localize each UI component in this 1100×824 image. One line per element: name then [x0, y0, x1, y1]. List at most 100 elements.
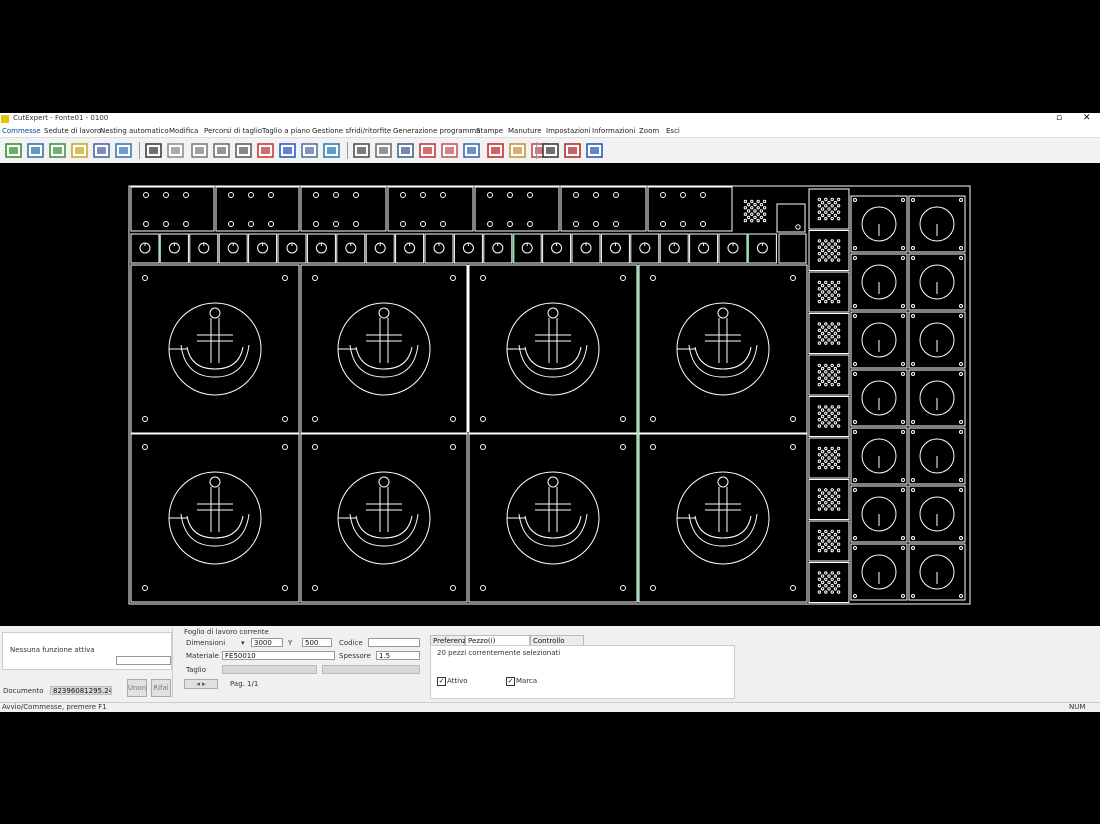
corner-hole	[620, 444, 626, 450]
close-button[interactable]: ✕	[1083, 113, 1091, 123]
import-icon[interactable]	[70, 141, 89, 160]
cut-select[interactable]	[222, 665, 317, 674]
diamond-part	[808, 230, 850, 271]
diamond-pattern	[836, 341, 841, 345]
corner-hole	[282, 444, 288, 450]
remnant-icon[interactable]	[396, 141, 415, 160]
diamond-pattern	[824, 204, 828, 208]
menu-item-8[interactable]: Stampe	[476, 127, 503, 135]
hole	[901, 430, 905, 434]
menu-item-10[interactable]: Impostazioni	[546, 127, 591, 135]
x-dropdown-icon[interactable]: ▾	[241, 639, 245, 647]
print-icon[interactable]	[92, 141, 111, 160]
nest-icon[interactable]	[212, 141, 231, 160]
anchor-stock	[535, 503, 571, 511]
diamond-pattern	[836, 542, 841, 546]
hole	[959, 304, 963, 308]
menu-item-13[interactable]: Esci	[666, 127, 680, 135]
active-checkbox[interactable]: ✓	[437, 677, 446, 686]
diamond-pattern	[833, 456, 838, 460]
save-icon[interactable]	[48, 141, 67, 160]
material-input[interactable]: FE50010	[222, 651, 335, 660]
y-label: Y	[288, 639, 293, 647]
diamond-pattern	[827, 366, 831, 371]
redo-button[interactable]: Rifai	[151, 679, 171, 697]
tab-2[interactable]: Controllo collisione	[530, 635, 584, 655]
sheet-drawing[interactable]	[0, 163, 1100, 626]
diamond-pattern	[762, 199, 767, 204]
tab-0[interactable]: Preferenze	[430, 635, 470, 645]
thickness-input[interactable]: 1.5	[376, 651, 420, 660]
anchor-arm	[688, 513, 758, 547]
cut-option-select[interactable]	[322, 665, 420, 674]
measure-icon[interactable]	[300, 141, 319, 160]
display-icon[interactable]	[352, 141, 371, 160]
layers-icon[interactable]	[374, 141, 393, 160]
menu-item-1[interactable]: Sedute di lavoro	[44, 127, 101, 135]
zoom-out-icon[interactable]	[585, 141, 604, 160]
page-nav-arrows[interactable]: ◂ ▸	[184, 679, 218, 689]
diamond-pattern	[827, 587, 831, 591]
mark-checkbox[interactable]: ✓	[506, 677, 515, 686]
dimension-y-input[interactable]: 500	[302, 638, 332, 647]
menu-item-9[interactable]: Manuture	[508, 127, 541, 135]
cut-path-icon[interactable]	[418, 141, 437, 160]
menu-item-4[interactable]: Percorsi di taglio	[204, 127, 262, 135]
diamond-pattern	[820, 408, 825, 412]
fill-icon[interactable]	[190, 141, 209, 160]
diamond-pattern	[836, 370, 841, 374]
corner-hole	[790, 585, 796, 591]
rotate-icon[interactable]	[234, 141, 253, 160]
part-gray-icon[interactable]	[166, 141, 185, 160]
zoom-in-icon[interactable]	[563, 141, 582, 160]
grid-icon[interactable]	[256, 141, 275, 160]
menu-item-6[interactable]: Gestione sfridi/ritorfite	[312, 127, 391, 135]
hole	[183, 221, 189, 227]
diamond-pattern	[833, 414, 838, 419]
restore-button[interactable]: ▫	[1056, 113, 1062, 123]
diamond-pattern	[820, 545, 825, 550]
lead-in-icon[interactable]	[440, 141, 459, 160]
diamond-pattern	[824, 382, 828, 387]
new-sheet-icon[interactable]	[4, 141, 23, 160]
hole	[163, 221, 169, 227]
undo-button[interactable]: Unon	[127, 679, 147, 697]
menu-item-2[interactable]: Nesting automatico	[100, 127, 169, 135]
label-icon[interactable]	[508, 141, 527, 160]
dimension-x-input[interactable]: 3000	[251, 638, 283, 647]
part-outline-icon[interactable]	[144, 141, 163, 160]
open-icon[interactable]	[26, 141, 45, 160]
square-part	[778, 233, 807, 264]
nesting-canvas[interactable]	[0, 163, 1100, 626]
corner-hole	[620, 275, 626, 281]
diamond-pattern	[830, 465, 834, 470]
menu-item-12[interactable]: Zoom	[639, 127, 659, 135]
diamond-pattern	[830, 245, 834, 250]
diamond-pattern	[830, 571, 834, 575]
menu-item-3[interactable]: Modifica	[169, 127, 198, 135]
align-icon[interactable]	[278, 141, 297, 160]
diamond-pattern	[830, 328, 834, 333]
anchor-ring	[378, 476, 390, 488]
diamond-pattern	[817, 210, 822, 214]
menu-item-5[interactable]: Taglio a piano	[262, 127, 310, 135]
diamond-pattern	[836, 465, 841, 470]
diamond-pattern	[830, 405, 834, 409]
menu-item-11[interactable]: Informazioni	[592, 127, 635, 135]
hole	[901, 304, 905, 308]
calc-icon[interactable]	[322, 141, 341, 160]
menu-item-7[interactable]: Generazione programma	[393, 127, 481, 135]
draw-icon[interactable]	[541, 141, 560, 160]
diamond-pattern	[830, 501, 834, 505]
diamond-pattern	[824, 210, 828, 214]
diamond-pattern	[830, 418, 834, 422]
sequence-icon[interactable]	[462, 141, 481, 160]
diamond-pattern	[833, 373, 838, 377]
bridge-icon[interactable]	[486, 141, 505, 160]
export-icon[interactable]	[114, 141, 133, 160]
hole	[680, 221, 686, 227]
diamond-pattern	[824, 542, 828, 546]
menu-item-0[interactable]: Commesse	[2, 127, 41, 135]
code-input[interactable]	[368, 638, 420, 647]
tab-1[interactable]: Pezzo(i) selezionato(i)	[465, 635, 530, 655]
